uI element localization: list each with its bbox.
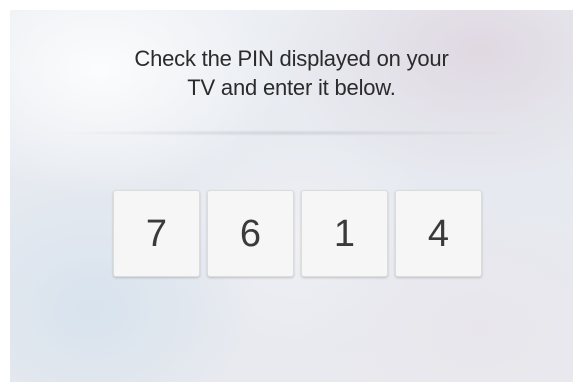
pin-digit-4: 4 [427, 212, 450, 255]
pin-digit-box-1[interactable]: 7 [113, 190, 200, 277]
pin-digit-box-3[interactable]: 1 [301, 190, 388, 277]
pin-input-group: 7 6 1 4 [113, 190, 483, 278]
instruction-line-1: Check the PIN displayed on your [134, 46, 449, 71]
instruction-header: Check the PIN displayed on your TV and e… [10, 10, 573, 132]
header-divider [50, 130, 533, 136]
pin-digit-box-2[interactable]: 6 [207, 190, 294, 277]
pin-digit-1: 7 [145, 212, 168, 255]
pin-digit-2: 6 [239, 212, 262, 255]
instruction-line-2: TV and enter it below. [187, 75, 396, 100]
pin-entry-screen: Check the PIN displayed on your TV and e… [10, 10, 573, 382]
pin-digit-3: 1 [333, 212, 356, 255]
pin-digit-box-4[interactable]: 4 [395, 190, 482, 277]
